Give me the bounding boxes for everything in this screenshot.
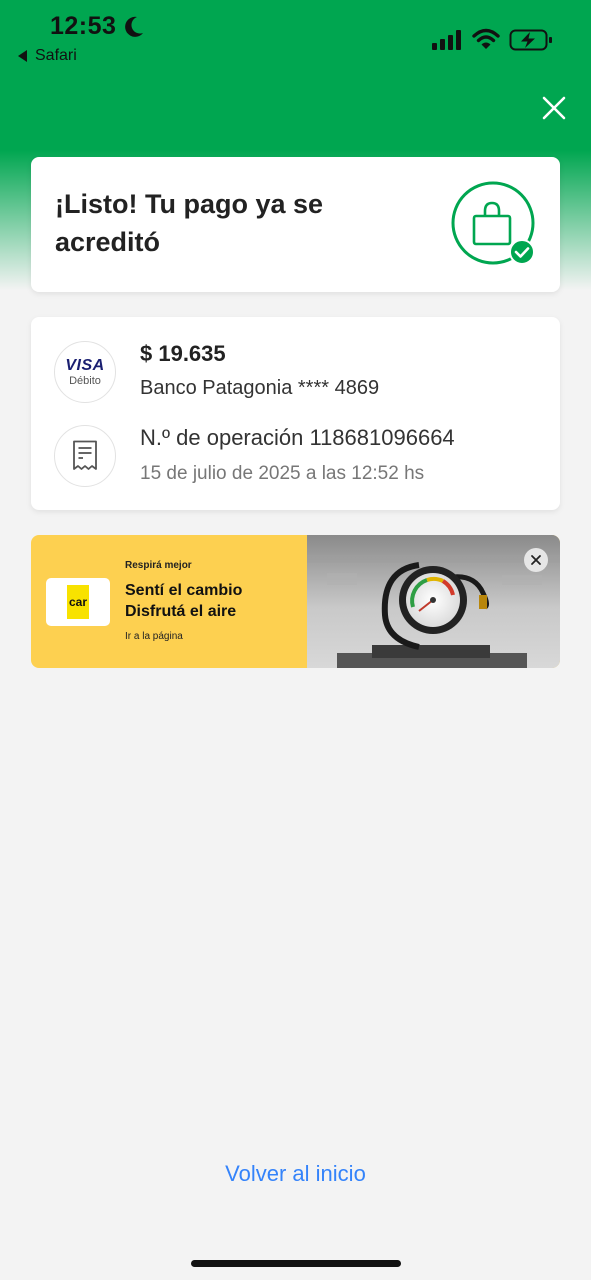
ad-eyebrow: Respirá mejor bbox=[125, 560, 192, 571]
payment-amount: $ 19.635 bbox=[140, 341, 226, 366]
battery-charging-icon bbox=[509, 29, 552, 51]
moon-icon bbox=[125, 16, 143, 37]
back-arrow-icon bbox=[18, 50, 27, 62]
back-to-app-link[interactable]: Safari bbox=[18, 47, 77, 65]
bank-account: Banco Patagonia **** 4869 bbox=[140, 377, 380, 399]
ad-logo-text: car bbox=[67, 585, 89, 619]
receipt-glyph-icon bbox=[73, 440, 97, 470]
ad-link[interactable]: Ir a la página bbox=[125, 631, 183, 642]
visa-card-icon: VISA Débito bbox=[54, 341, 116, 403]
ad-headline-1: Sentí el cambio bbox=[125, 582, 243, 599]
payment-success-card: ¡Listo! Tu pago ya se acreditó bbox=[31, 157, 560, 292]
tire-pressure-gauge-image bbox=[307, 535, 560, 668]
card-brand: VISA bbox=[65, 356, 105, 374]
home-indicator bbox=[191, 1260, 401, 1267]
signal-icon bbox=[432, 30, 461, 50]
receipt-icon bbox=[54, 425, 116, 487]
ad-close-button[interactable] bbox=[524, 548, 548, 572]
back-to-home-link[interactable]: Volver al inicio bbox=[0, 1161, 591, 1187]
ad-brand-logo: car bbox=[46, 578, 110, 626]
ad-headline-2: Disfrutá el aire bbox=[125, 603, 237, 620]
ad-banner[interactable]: car Respirá mejor Sentí el cambio Disfru… bbox=[31, 535, 560, 668]
operation-number: N.º de operación 118681096664 bbox=[140, 425, 455, 450]
shopping-bag-check-icon bbox=[451, 181, 535, 265]
ad-close-icon bbox=[531, 555, 541, 565]
status-bar: 12:53 Safari bbox=[0, 0, 591, 70]
payment-detail-card: VISA Débito $ 19.635 Banco Patagonia ***… bbox=[31, 317, 560, 510]
back-app-label: Safari bbox=[35, 47, 77, 64]
status-time: 12:53 bbox=[50, 12, 117, 40]
card-type: Débito bbox=[69, 374, 101, 387]
wifi-icon bbox=[472, 28, 500, 49]
payment-date: 15 de julio de 2025 a las 12:52 hs bbox=[140, 463, 425, 484]
close-icon[interactable] bbox=[540, 94, 568, 122]
success-title: ¡Listo! Tu pago ya se acreditó bbox=[55, 189, 324, 257]
